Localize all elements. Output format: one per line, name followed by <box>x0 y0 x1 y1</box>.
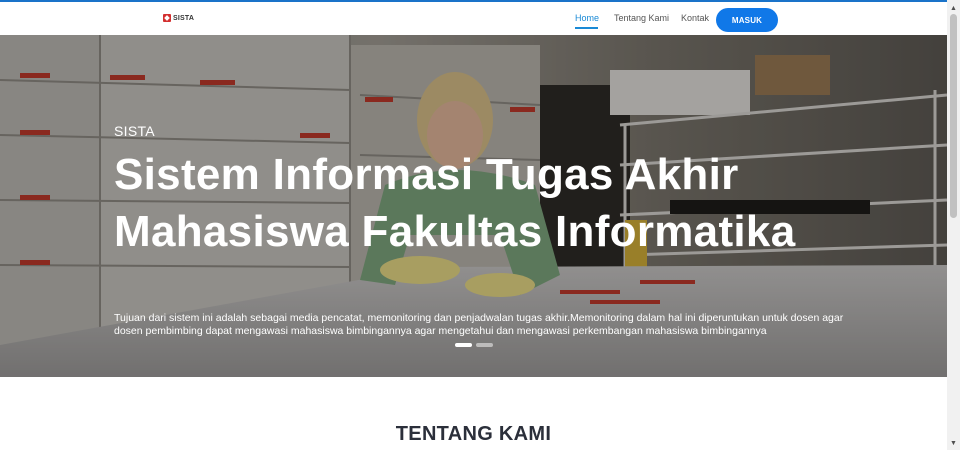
brand-logo[interactable]: SISTA <box>163 14 194 22</box>
arrow-up-icon[interactable]: ▲ <box>947 2 960 14</box>
nav-kontak[interactable]: Kontak <box>681 13 709 23</box>
navbar: SISTA Home Tentang Kami Kontak MASUK <box>0 2 947 35</box>
brand-name: SISTA <box>173 14 195 22</box>
nav-tentang-kami[interactable]: Tentang Kami <box>614 13 669 23</box>
carousel-indicator-2[interactable] <box>476 343 493 347</box>
nav-active-indicator <box>575 27 598 29</box>
arrow-down-icon[interactable]: ▼ <box>947 437 960 449</box>
hero-carousel: SISTA Sistem Informasi Tugas Akhir Mahas… <box>0 35 947 377</box>
page: SISTA Home Tentang Kami Kontak MASUK SIS… <box>0 0 960 450</box>
hero-description: Tujuan dari sistem ini adalah sebagai me… <box>114 312 844 337</box>
page-scrollbar[interactable]: ▲ ▼ <box>947 0 960 450</box>
section-title-tentang-kami: TENTANG KAMI <box>395 423 552 445</box>
carousel-indicators <box>455 343 493 347</box>
hero-title: Sistem Informasi Tugas Akhir Mahasiswa F… <box>114 150 796 256</box>
login-button[interactable]: MASUK <box>716 8 778 32</box>
scrollbar-thumb[interactable] <box>950 14 957 218</box>
nav-home[interactable]: Home <box>575 13 599 23</box>
carousel-indicator-1[interactable] <box>455 343 472 347</box>
logo-icon <box>163 14 171 22</box>
hero-kicker: SISTA <box>114 123 155 139</box>
